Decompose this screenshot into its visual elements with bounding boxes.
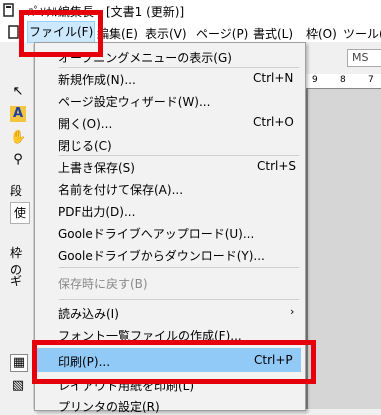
text-tool-icon[interactable]: A xyxy=(10,106,26,122)
menu-item-page-wizard[interactable]: ページ設定ウィザード(W)... xyxy=(58,93,210,110)
pointer-icon[interactable]: ↖ xyxy=(10,84,26,100)
menu-item-drive-upload[interactable]: Gooleドライブへアップロード(U)... xyxy=(58,225,254,242)
menu-edit[interactable]: 編集(E) xyxy=(97,25,138,42)
menu-item-pdf[interactable]: PDF出力(D)... xyxy=(58,203,135,220)
annotation-box-file xyxy=(19,10,103,57)
menu-separator xyxy=(59,67,299,68)
app-icon xyxy=(3,3,14,17)
side-label-paragraph: 段 xyxy=(10,184,23,198)
side-label-extra: ギ xyxy=(10,274,23,288)
menu-item-printer-settings[interactable]: プリンタの設定(R) xyxy=(58,398,160,415)
menu-item-open[interactable]: 開く(O)... xyxy=(58,115,112,132)
menu-item-save-as[interactable]: 名前を付けて保存(A)... xyxy=(58,181,183,198)
menu-item-revert: 保存時に戻す(B) xyxy=(58,277,148,291)
menu-item-save[interactable]: 上書き保存(S) xyxy=(58,159,135,176)
menu-separator xyxy=(59,299,299,300)
menu-frame[interactable]: 枠(O) xyxy=(306,25,337,42)
ruler-mark: 7 xyxy=(368,75,374,85)
menu-separator xyxy=(59,155,299,156)
shortcut-new: Ctrl+N xyxy=(253,71,294,85)
menu-separator xyxy=(59,267,299,268)
ruler-mark: 9 xyxy=(312,75,318,85)
ruler-mark: 8 xyxy=(340,75,346,85)
menu-item-new[interactable]: 新規作成(N)... xyxy=(58,71,136,88)
menu-tools[interactable]: ツール( xyxy=(343,25,381,42)
menu-format[interactable]: 書式(L) xyxy=(253,25,293,42)
font-name-select[interactable]: MS xyxy=(347,49,381,67)
menu-item-drive-download[interactable]: Gooleドライブからダウンロード(Y)... xyxy=(58,247,265,264)
menu-page[interactable]: ページ(P) xyxy=(196,25,248,42)
menu-item-import[interactable]: 読み込み(I) xyxy=(58,305,119,322)
annotation-box-print xyxy=(32,340,316,384)
zoom-icon[interactable]: ⚲ xyxy=(10,152,26,168)
menu-view[interactable]: 表示(V) xyxy=(145,25,187,42)
left-toolbar: ↖ A ✋ ⚲ 段 使 枠の ギ ▦ ▧ xyxy=(0,44,34,409)
panel-icon[interactable]: ▦ xyxy=(10,354,28,372)
image-icon[interactable]: ▧ xyxy=(10,378,26,394)
submenu-arrow-icon: › xyxy=(290,305,295,318)
menu-item-close[interactable]: 閉じる(C) xyxy=(58,137,112,154)
shortcut-save: Ctrl+S xyxy=(257,159,297,173)
horizontal-ruler: 9 8 7 xyxy=(300,74,381,89)
shortcut-open: Ctrl+O xyxy=(253,115,294,129)
hand-icon[interactable]: ✋ xyxy=(10,130,26,146)
side-style-select[interactable]: 使 xyxy=(10,202,30,224)
